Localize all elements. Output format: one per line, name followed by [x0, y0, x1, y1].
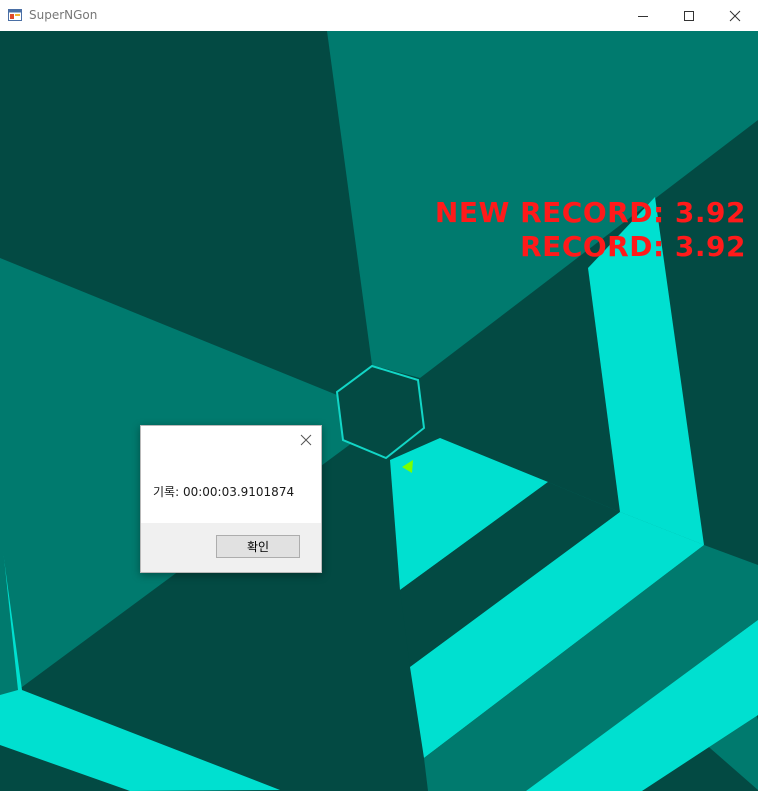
window-title: SuperNGon [29, 8, 98, 22]
record-label: RECORD: 3.92 [520, 230, 746, 263]
close-window-button[interactable] [712, 0, 758, 31]
message-dialog: 기록: 00:00:03.9101874 확인 [140, 425, 322, 573]
dialog-footer: 확인 [141, 523, 321, 572]
dialog-message: 기록: 00:00:03.9101874 [153, 485, 295, 499]
maximize-button[interactable] [666, 0, 712, 31]
game-canvas[interactable]: NEW RECORD: 3.92 RECORD: 3.92 [0, 31, 758, 791]
ok-button[interactable]: 확인 [216, 535, 300, 558]
title-bar[interactable]: SuperNGon [0, 0, 758, 31]
app-window-icon [8, 9, 22, 21]
close-icon [729, 10, 741, 21]
minimize-button[interactable] [620, 0, 666, 31]
dialog-close-icon[interactable] [299, 433, 313, 447]
minimize-icon [638, 15, 648, 17]
maximize-icon [684, 10, 694, 21]
game-scene [0, 31, 758, 791]
new-record-label: NEW RECORD: 3.92 [434, 196, 746, 229]
